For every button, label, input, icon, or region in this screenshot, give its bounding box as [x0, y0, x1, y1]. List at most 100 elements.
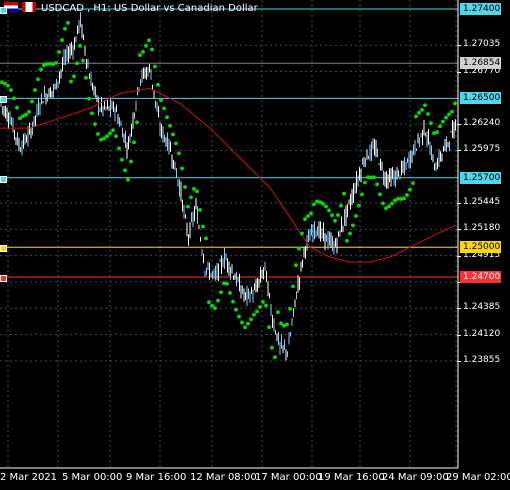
- sar-dot: [57, 50, 61, 54]
- sar-dot: [423, 103, 427, 108]
- time-tick-label: 2 Mar 2021: [0, 472, 58, 483]
- sar-dot: [30, 99, 34, 104]
- sar-dot: [177, 151, 181, 156]
- sar-dot: [168, 123, 172, 128]
- sar-dot: [363, 180, 367, 185]
- price-tick-label: 1.24385: [456, 302, 501, 313]
- sar-dot: [402, 196, 406, 201]
- sar-dot: [306, 214, 310, 219]
- price-tick-label: 1.24120: [456, 328, 501, 339]
- sar-dot: [330, 213, 334, 218]
- price-tick-label: 1.27035: [456, 39, 501, 50]
- level-price-label: 1.24700: [460, 270, 501, 283]
- sar-dot: [210, 303, 214, 308]
- sar-dot: [453, 101, 457, 106]
- sar-dot: [162, 106, 166, 111]
- level-anchor-handle[interactable]: [0, 7, 7, 14]
- time-tick-label: 29 Mar 02:00: [446, 472, 510, 483]
- sar-dot: [381, 201, 385, 206]
- sar-dot: [285, 322, 289, 327]
- sar-dot: [111, 128, 115, 133]
- sar-dot: [186, 204, 190, 209]
- time-tick-label: 12 Mar 08:00: [190, 472, 257, 483]
- sar-dot: [441, 119, 445, 124]
- chart-title-text: USDCAD , H1: US Dollar vs Canadian Dolla…: [41, 3, 258, 14]
- sar-dot: [87, 96, 91, 101]
- sar-dot: [228, 291, 232, 295]
- sar-dot: [192, 187, 196, 191]
- sar-dot: [201, 224, 205, 229]
- sar-dot: [126, 177, 130, 182]
- price-tick-label: 1.25975: [456, 144, 501, 155]
- sar-dot: [414, 114, 418, 119]
- sar-dot: [117, 146, 121, 151]
- sar-dot: [234, 307, 238, 312]
- sar-dot: [387, 204, 391, 209]
- sar-dot: [60, 38, 64, 42]
- sar-dot: [450, 109, 454, 114]
- sar-dot: [321, 201, 325, 206]
- sar-dot: [147, 38, 151, 43]
- sar-dot: [294, 263, 298, 268]
- sar-dot: [333, 218, 337, 223]
- sar-dot: [378, 192, 382, 197]
- sar-dot: [165, 115, 169, 120]
- sar-dot: [351, 223, 355, 228]
- sar-dot: [231, 299, 235, 304]
- sar-dot: [447, 112, 451, 117]
- sar-dot: [153, 64, 157, 69]
- sar-dot: [33, 88, 37, 92]
- sar-dot: [129, 159, 133, 164]
- sar-dot: [336, 213, 340, 217]
- level-price-label: 1.27400: [460, 3, 501, 15]
- sar-dot: [174, 141, 178, 146]
- sar-dot: [207, 300, 211, 305]
- sar-dot: [246, 321, 250, 326]
- sar-dot: [267, 325, 271, 330]
- sar-dot: [345, 238, 349, 243]
- level-anchor-handle[interactable]: [0, 245, 7, 253]
- sar-dot: [213, 306, 217, 311]
- sar-dot: [198, 207, 202, 212]
- sar-dot: [135, 120, 139, 125]
- price-chart[interactable]: [0, 0, 510, 490]
- level-price-label: 1.25000: [460, 241, 501, 254]
- chart-title: USDCAD , H1: US Dollar vs Canadian Dolla…: [4, 2, 258, 14]
- canada-flag-icon: [22, 2, 36, 12]
- sar-dot: [120, 157, 124, 162]
- sar-dot: [90, 111, 94, 116]
- sar-dot: [426, 112, 430, 116]
- sar-dot: [324, 204, 328, 209]
- time-tick-label: 9 Mar 16:00: [126, 472, 187, 483]
- sar-dot: [195, 189, 199, 194]
- level-price-label: 1.25700: [460, 171, 501, 184]
- sar-dot: [123, 168, 127, 173]
- time-tick-label: 5 Mar 00:00: [62, 472, 123, 483]
- level-anchor-handle[interactable]: [0, 175, 7, 183]
- sar-dot: [12, 96, 16, 101]
- sar-dot: [138, 53, 142, 58]
- sar-dot: [63, 26, 67, 31]
- sar-dot: [156, 82, 160, 87]
- sar-dot: [255, 309, 259, 314]
- sar-dot: [216, 298, 220, 303]
- level-anchor-handle[interactable]: [0, 96, 7, 104]
- sar-dot: [96, 132, 100, 136]
- sar-dot: [189, 195, 193, 200]
- sar-dot: [312, 202, 316, 207]
- sar-dot: [27, 110, 31, 114]
- sar-dot: [309, 211, 313, 216]
- sar-dot: [291, 284, 295, 289]
- sar-dot: [297, 246, 301, 251]
- sar-dot: [180, 166, 184, 171]
- level-anchor-handle[interactable]: [0, 274, 7, 282]
- sar-dot: [183, 185, 187, 189]
- sar-dot: [15, 105, 19, 110]
- sar-dot: [261, 299, 265, 304]
- sar-dot: [300, 231, 304, 236]
- sar-dot: [288, 306, 292, 311]
- sar-dot: [9, 88, 13, 92]
- sar-dot: [159, 98, 163, 103]
- sar-dot: [93, 122, 97, 127]
- sar-dot: [372, 175, 376, 180]
